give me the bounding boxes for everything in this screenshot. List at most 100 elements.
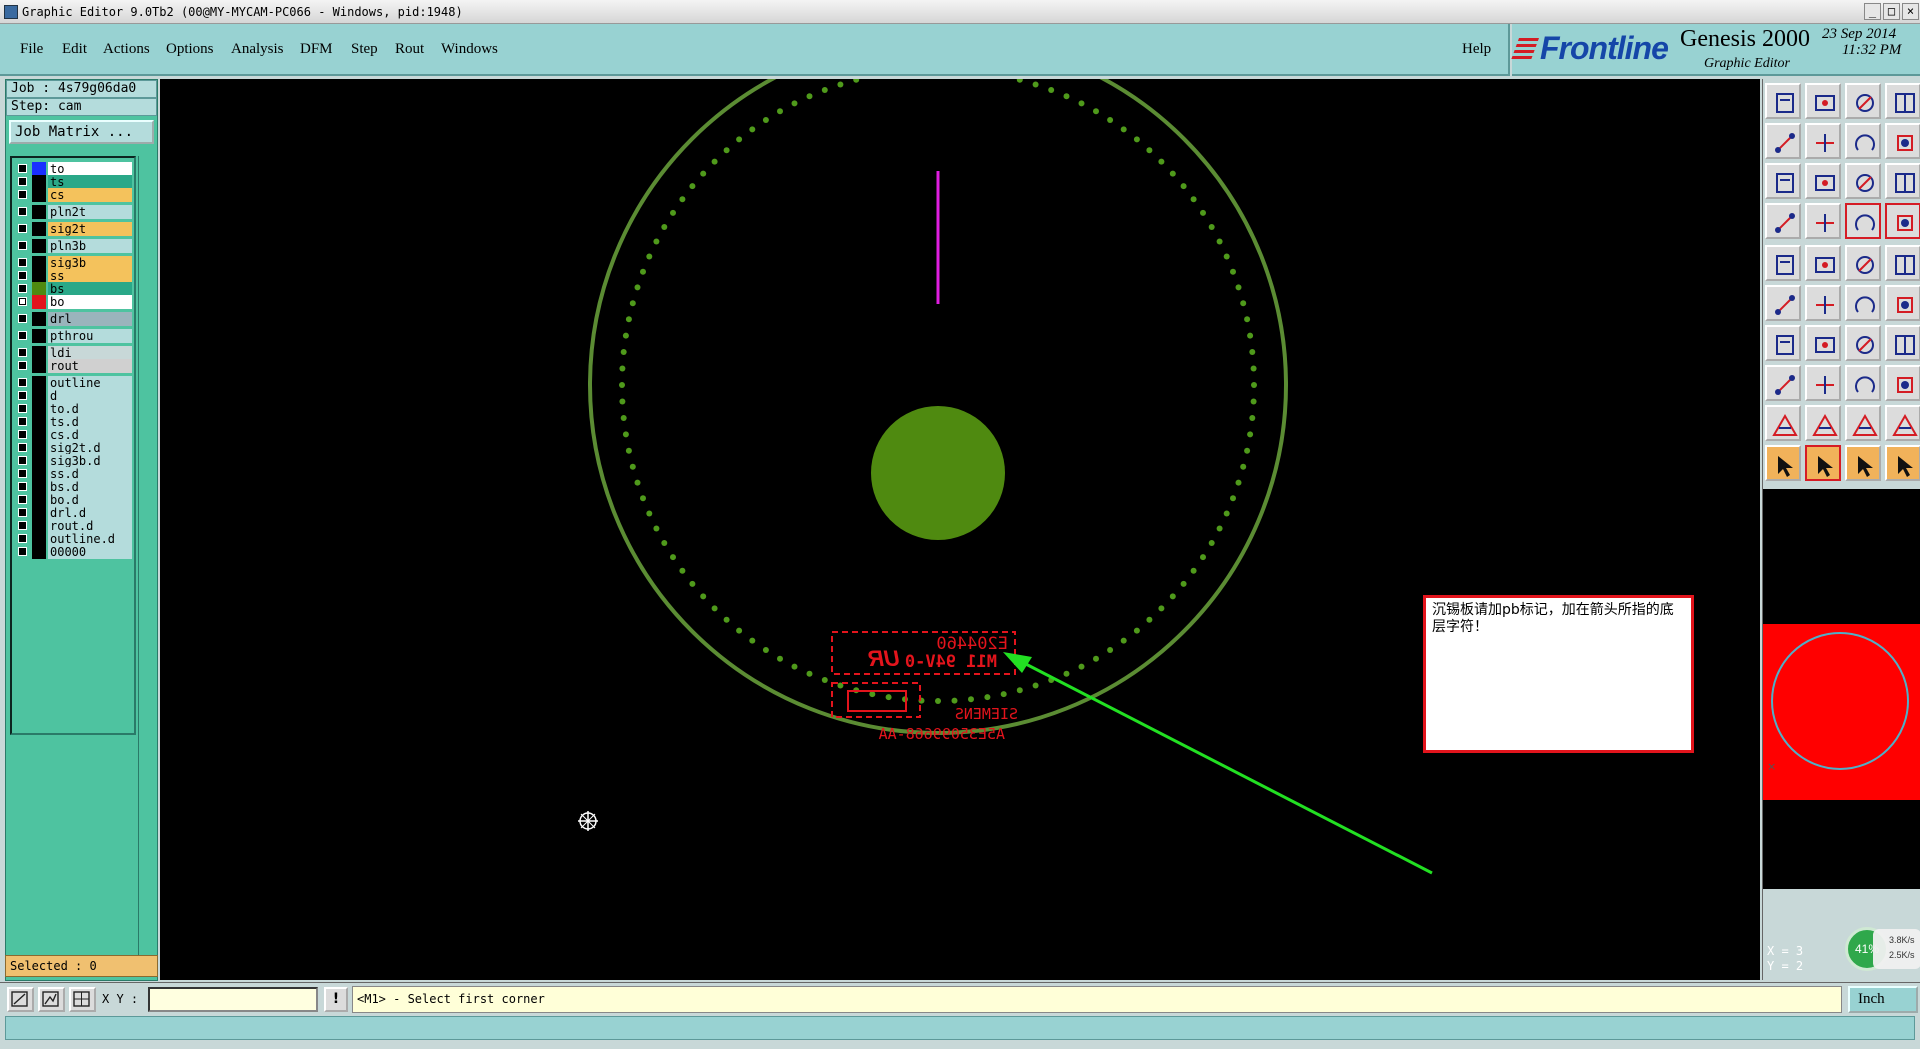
net-icon[interactable]: [1885, 203, 1920, 239]
layer-checkbox[interactable]: [18, 417, 27, 426]
layer-row[interactable]: cs.d: [14, 428, 134, 442]
panel-scrollbar[interactable]: [138, 156, 156, 976]
layer-checkbox[interactable]: [18, 258, 27, 267]
xy-input[interactable]: [148, 987, 318, 1012]
layer-name[interactable]: bs: [48, 282, 132, 296]
layer-row[interactable]: bo.d: [14, 493, 134, 507]
menu-actions[interactable]: Actions: [103, 41, 150, 58]
layer-row[interactable]: bs.d: [14, 480, 134, 494]
layer-name[interactable]: ts.d: [48, 415, 132, 429]
close-button[interactable]: ×: [1902, 3, 1919, 20]
layer-checkbox[interactable]: [18, 331, 27, 340]
layer-row[interactable]: d: [14, 389, 134, 403]
status-tool-edit-icon[interactable]: [38, 987, 65, 1012]
layer-name[interactable]: sig3b: [48, 256, 132, 270]
layer-row[interactable]: pthrou: [14, 329, 134, 343]
menu-help[interactable]: Help: [1462, 41, 1491, 58]
layer-row[interactable]: cs: [14, 188, 134, 202]
layer-row[interactable]: sig2t.d: [14, 441, 134, 455]
triangle-icon[interactable]: [1765, 405, 1801, 441]
layer-name[interactable]: 00000: [48, 545, 132, 559]
layer-row[interactable]: pln3b: [14, 239, 134, 253]
layer-row[interactable]: pln2t: [14, 205, 134, 219]
route-select-icon[interactable]: [1885, 445, 1920, 481]
layer-name[interactable]: bs.d: [48, 480, 132, 494]
rotate-icon[interactable]: [1845, 445, 1881, 481]
cross-icon[interactable]: [1805, 285, 1841, 321]
link-icon[interactable]: [1845, 285, 1881, 321]
shape-icon[interactable]: [1805, 245, 1841, 281]
layer-checkbox[interactable]: [18, 430, 27, 439]
layer-checkbox[interactable]: [18, 547, 27, 556]
diagonal-icon[interactable]: [1805, 325, 1841, 361]
layer-row[interactable]: ss: [14, 269, 134, 283]
save-icon[interactable]: [1805, 83, 1841, 119]
layer-name[interactable]: ldi: [48, 346, 132, 360]
layer-name[interactable]: outline.d: [48, 532, 132, 546]
layer-row[interactable]: sig3b: [14, 256, 134, 270]
help-icon[interactable]: [1885, 163, 1920, 199]
align-icon[interactable]: [1885, 325, 1920, 361]
home-icon[interactable]: [1845, 83, 1881, 119]
layer-name[interactable]: sig3b.d: [48, 454, 132, 468]
layer-checkbox[interactable]: [18, 456, 27, 465]
layer-checkbox[interactable]: [18, 378, 27, 387]
text-icon[interactable]: [1845, 405, 1881, 441]
pad-add-icon[interactable]: [1765, 365, 1801, 401]
minimize-button[interactable]: _: [1864, 3, 1881, 20]
layer-checkbox[interactable]: [18, 348, 27, 357]
layer-name[interactable]: bo: [48, 295, 132, 309]
layer-name[interactable]: outline: [48, 376, 132, 390]
route-icon[interactable]: [1845, 203, 1881, 239]
layer-name[interactable]: rout.d: [48, 519, 132, 533]
layer-row[interactable]: to.d: [14, 402, 134, 416]
layer-name[interactable]: cs.d: [48, 428, 132, 442]
menu-file[interactable]: File: [20, 41, 43, 58]
graphic-canvas[interactable]: UR E204460 M11 94V-0 SIEMENS A5E35099668…: [160, 79, 1760, 980]
feature-icon[interactable]: [1765, 245, 1801, 281]
undo-icon[interactable]: [1845, 123, 1881, 159]
layer-name[interactable]: pln2t: [48, 205, 132, 219]
layer-row[interactable]: outline: [14, 376, 134, 390]
layer-checkbox[interactable]: [18, 207, 27, 216]
layer-row[interactable]: ldi: [14, 346, 134, 360]
zoom-fit-icon[interactable]: [1765, 163, 1801, 199]
layer-name[interactable]: pln3b: [48, 239, 132, 253]
measure-icon[interactable]: [1765, 203, 1801, 239]
line-add-icon[interactable]: [1805, 365, 1841, 401]
layer-name[interactable]: bo.d: [48, 493, 132, 507]
menu-step[interactable]: Step: [351, 41, 378, 58]
layer-row[interactable]: sig2t: [14, 222, 134, 236]
layer-row[interactable]: bs: [14, 282, 134, 296]
layer-checkbox[interactable]: [18, 361, 27, 370]
layer-name[interactable]: cs: [48, 188, 132, 202]
layer-checkbox[interactable]: [18, 521, 27, 530]
menu-analysis[interactable]: Analysis: [231, 41, 284, 58]
text-edit-icon[interactable]: [1885, 405, 1920, 441]
layer-name[interactable]: to.d: [48, 402, 132, 416]
layer-name[interactable]: sig2t: [48, 222, 132, 236]
layer-checkbox[interactable]: [18, 495, 27, 504]
layer-row[interactable]: drl: [14, 312, 134, 326]
menu-dfm[interactable]: DFM: [300, 41, 333, 58]
status-tool-resize-icon[interactable]: [7, 987, 34, 1012]
menu-options[interactable]: Options: [166, 41, 214, 58]
layer-checkbox[interactable]: [18, 508, 27, 517]
layer-checkbox[interactable]: [18, 404, 27, 413]
layer-checkbox[interactable]: [18, 190, 27, 199]
window-icon[interactable]: [1885, 83, 1920, 119]
layer-row[interactable]: to: [14, 162, 134, 176]
open-icon[interactable]: [1765, 83, 1801, 119]
layer-name[interactable]: drl.d: [48, 506, 132, 520]
layer-name[interactable]: sig2t.d: [48, 441, 132, 455]
exclamation-button[interactable]: !: [324, 987, 348, 1012]
menu-windows[interactable]: Windows: [441, 41, 498, 58]
dimension-icon[interactable]: [1845, 365, 1881, 401]
layer-checkbox[interactable]: [18, 177, 27, 186]
layer-row[interactable]: 00000: [14, 545, 134, 559]
layer-name[interactable]: drl: [48, 312, 132, 326]
menu-rout[interactable]: Rout: [395, 41, 424, 58]
status-tool-grid-icon[interactable]: [69, 987, 96, 1012]
layer-checkbox[interactable]: [18, 164, 27, 173]
units-button[interactable]: Inch: [1848, 986, 1918, 1013]
